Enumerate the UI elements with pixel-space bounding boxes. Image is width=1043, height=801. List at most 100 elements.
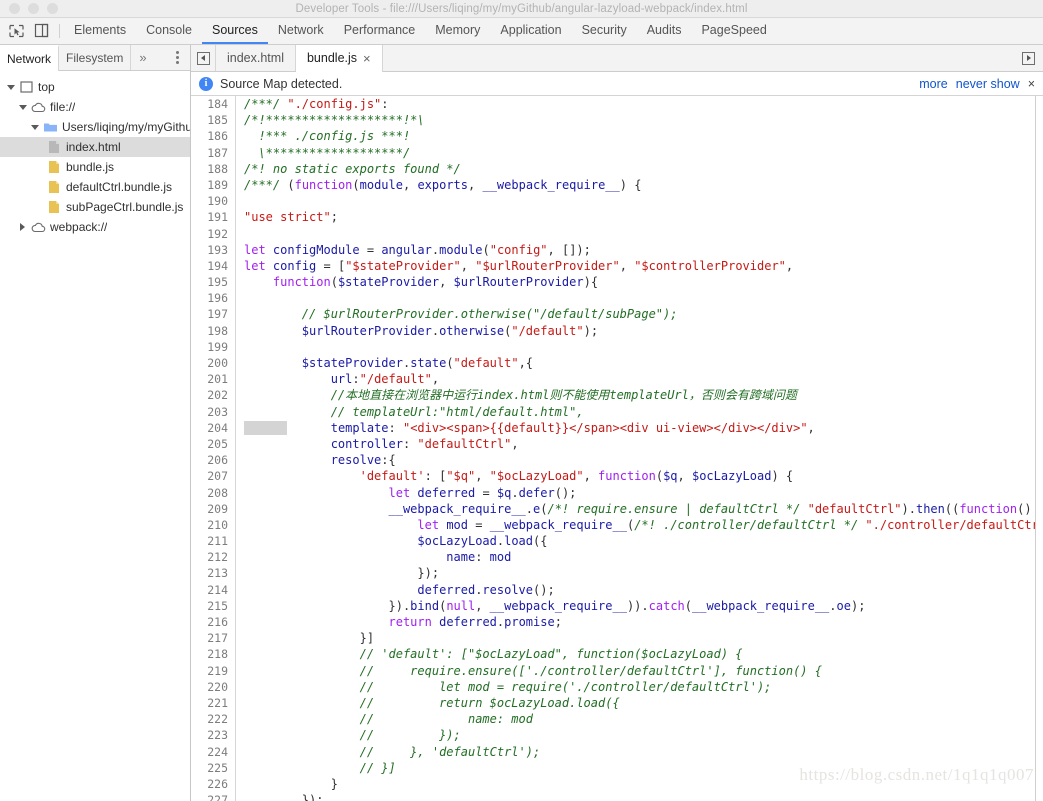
line-number[interactable]: 191 (191, 209, 236, 226)
code-line[interactable]: 224 // }, 'defaultCtrl'); (191, 743, 1043, 760)
code-line[interactable]: 192 (191, 225, 1043, 242)
code-line[interactable]: 199 (191, 338, 1043, 355)
code-line[interactable]: 203 // templateUrl:"html/default.html", (191, 403, 1043, 420)
code-line-text[interactable]: \*******************/ (236, 145, 1043, 161)
line-number[interactable]: 209 (191, 500, 236, 517)
twisty-right-icon[interactable] (16, 223, 29, 231)
code-line[interactable]: 214 deferred.resolve(); (191, 581, 1043, 598)
code-line-text[interactable]: //本地直接在浏览器中运行index.html则不能使用templateUrl，… (236, 387, 1043, 403)
line-number[interactable]: 202 (191, 387, 236, 404)
code-line-text[interactable]: } (236, 776, 1043, 792)
tab-memory[interactable]: Memory (425, 18, 490, 44)
close-infobar-icon[interactable]: × (1028, 77, 1035, 91)
line-number[interactable]: 204 (191, 419, 236, 436)
line-number[interactable]: 222 (191, 711, 236, 728)
line-number[interactable]: 226 (191, 775, 236, 793)
code-line[interactable]: 217 }] (191, 630, 1043, 647)
code-line[interactable]: 212 name: mod (191, 549, 1043, 566)
twisty-down-icon[interactable] (16, 104, 29, 110)
line-number[interactable]: 219 (191, 662, 236, 679)
tree-item-bundle-js[interactable]: bundle.js (0, 157, 190, 177)
line-number[interactable]: 211 (191, 533, 236, 550)
infobar-never-show-link[interactable]: never show (956, 77, 1020, 91)
code-line-text[interactable]: // }] (236, 760, 1043, 776)
line-number[interactable]: 194 (191, 257, 236, 275)
code-line[interactable]: 184/***/ "./config.js": (191, 96, 1043, 113)
code-line-text[interactable]: // $urlRouterProvider.otherwise("/defaul… (236, 306, 1043, 322)
line-number[interactable]: 189 (191, 176, 236, 194)
infobar-more-link[interactable]: more (919, 77, 947, 91)
line-number[interactable]: 201 (191, 371, 236, 388)
code-line-text[interactable]: }); (236, 792, 1043, 801)
code-line[interactable]: 206 resolve:{ (191, 452, 1043, 469)
code-line-text[interactable]: }] (236, 630, 1043, 646)
close-tab-icon[interactable]: × (363, 52, 371, 65)
line-number[interactable]: 223 (191, 727, 236, 744)
editor-tab-bundle-js[interactable]: bundle.js × (295, 45, 383, 72)
code-line[interactable]: 215 }).bind(null, __webpack_require__)).… (191, 597, 1043, 614)
code-line-text[interactable]: // name: mod (236, 711, 1043, 727)
line-number[interactable]: 196 (191, 290, 236, 307)
line-number[interactable]: 195 (191, 274, 236, 291)
code-line[interactable]: 185/*!*******************!*\ (191, 112, 1043, 129)
code-line[interactable]: 200 $stateProvider.state("default",{ (191, 355, 1043, 372)
code-line-text[interactable]: let config = ["$stateProvider", "$urlRou… (236, 258, 1043, 274)
code-line-text[interactable]: url:"/default", (236, 371, 1043, 387)
code-line[interactable]: 195 function($stateProvider, $urlRouterP… (191, 274, 1043, 291)
code-line-text[interactable]: 'default': ["$q", "$ocLazyLoad", functio… (236, 468, 1043, 484)
code-line[interactable]: 216 return deferred.promise; (191, 614, 1043, 631)
code-line-text[interactable] (236, 193, 1043, 209)
code-line-text[interactable]: deferred.resolve(); (236, 582, 1043, 598)
code-line[interactable]: 220 // let mod = require('./controller/d… (191, 678, 1043, 695)
show-debugger-icon[interactable] (1022, 51, 1035, 65)
tab-performance[interactable]: Performance (334, 18, 426, 44)
tab-audits[interactable]: Audits (637, 18, 692, 44)
code-line-text[interactable]: controller: "defaultCtrl", (236, 436, 1043, 452)
code-line-text[interactable]: /***/ (function(module, exports, __webpa… (236, 177, 1043, 193)
code-line-text[interactable] (236, 226, 1043, 242)
line-number[interactable]: 198 (191, 322, 236, 339)
tab-sources[interactable]: Sources (201, 18, 268, 44)
code-line-text[interactable]: __webpack_require__.e(/*! require.ensure… (236, 501, 1043, 517)
code-line-text[interactable]: /***/ "./config.js": (236, 96, 1043, 112)
code-line[interactable]: 188/*! no static exports found */ (191, 160, 1043, 177)
code-line[interactable]: 225 // }] (191, 759, 1043, 776)
line-number[interactable]: 214 (191, 581, 236, 598)
code-line[interactable]: 210 let mod = __webpack_require__(/*! ./… (191, 516, 1043, 534)
line-number[interactable]: 190 (191, 193, 236, 210)
line-number[interactable]: 184 (191, 96, 236, 113)
code-line[interactable]: 208 let deferred = $q.defer(); (191, 484, 1043, 501)
code-line[interactable]: 213 }); (191, 565, 1043, 582)
code-line[interactable]: 219 // require.ensure(['./controller/def… (191, 662, 1043, 679)
line-number[interactable]: 186 (191, 128, 236, 145)
code-line-text[interactable]: /*! no static exports found */ (236, 161, 1043, 177)
line-number[interactable]: 188 (191, 160, 236, 177)
line-number[interactable]: 208 (191, 484, 236, 501)
line-number[interactable]: 187 (191, 144, 236, 161)
line-number[interactable]: 185 (191, 112, 236, 129)
line-number[interactable]: 216 (191, 614, 236, 631)
code-line-text[interactable]: // 'default': ["$ocLazyLoad", function($… (236, 646, 1043, 662)
code-line-text[interactable]: resolve:{ (236, 452, 1043, 468)
code-editor[interactable]: 184/***/ "./config.js": 185/*!***********… (191, 96, 1043, 801)
code-line-text[interactable]: }).bind(null, __webpack_require__)).catc… (236, 598, 1043, 614)
tree-item-file-protocol[interactable]: file:// (0, 97, 190, 117)
code-line[interactable]: 189/***/ (function(module, exports, __we… (191, 176, 1043, 194)
line-number[interactable]: 220 (191, 678, 236, 695)
code-line-text[interactable]: let deferred = $q.defer(); (236, 485, 1043, 501)
show-navigator-icon[interactable] (191, 45, 216, 71)
line-number[interactable]: 207 (191, 468, 236, 485)
line-number[interactable]: 225 (191, 759, 236, 776)
code-line-text[interactable]: // }); (236, 727, 1043, 743)
twisty-down-icon[interactable] (28, 124, 41, 130)
code-line[interactable]: 198 $urlRouterProvider.otherwise("/defau… (191, 322, 1043, 339)
code-line-text[interactable]: return deferred.promise; (236, 614, 1043, 630)
tab-pagespeed[interactable]: PageSpeed (691, 18, 776, 44)
line-number[interactable]: 224 (191, 743, 236, 760)
code-line[interactable]: 226 } (191, 775, 1043, 793)
code-line[interactable]: 191 "use strict"; (191, 209, 1043, 226)
code-line[interactable]: 221 // return $ocLazyLoad.load({ (191, 694, 1043, 712)
sidebar-more-tabs-icon[interactable]: » (131, 45, 154, 70)
line-number[interactable]: 218 (191, 646, 236, 663)
code-line-text[interactable]: // return $ocLazyLoad.load({ (236, 695, 1043, 711)
